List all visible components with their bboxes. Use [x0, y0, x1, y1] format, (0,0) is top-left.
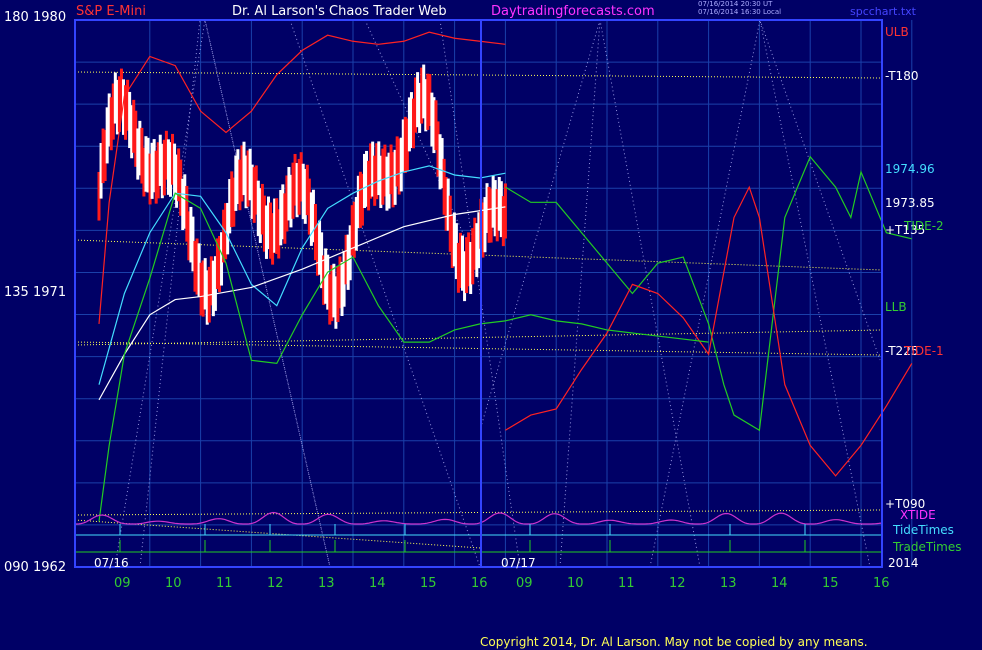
x-tick-label: 16 — [873, 576, 890, 591]
right-label-tradetimes: TradeTimes — [893, 540, 962, 554]
y-label-mid-angle: 135 — [4, 285, 29, 300]
x-tick-label: 10 — [567, 576, 584, 591]
y-label-mid-price: 1971 — [33, 285, 67, 300]
x-tick-label: 12 — [669, 576, 686, 591]
site-title: Daytradingforecasts.com — [491, 4, 655, 19]
right-label-tidetimes: TideTimes — [893, 523, 954, 537]
right-label-ulb: ULB — [885, 25, 909, 39]
x-tick-label: 13 — [318, 576, 335, 591]
right-label-avg: 1973.85 — [885, 196, 935, 210]
x-tick-label: 15 — [420, 576, 437, 591]
instrument-title: S&P E-Mini — [76, 4, 146, 19]
x-tick-label: 12 — [267, 576, 284, 591]
utc-stamp: 07/16/2014 20:30 UT — [698, 0, 773, 8]
x-tick-label: 13 — [720, 576, 737, 591]
right-label-tide2: TIDE-2 — [904, 219, 944, 233]
right-label-last-price: 1974.96 — [885, 162, 935, 176]
author-title: Dr. Al Larson's Chaos Trader Web — [232, 4, 447, 19]
x-tick-label: 14 — [369, 576, 386, 591]
y-label-bottom-price: 1962 — [33, 560, 67, 575]
copyright-footer: Copyright 2014, Dr. Al Larson. May not b… — [480, 635, 868, 649]
x-tick-label: 09 — [114, 576, 131, 591]
y-label-bottom-angle: 090 — [4, 560, 29, 575]
x-tick-label: 11 — [618, 576, 635, 591]
right-label-t180: -T180 — [885, 69, 919, 83]
right-label-tide1: TIDE-1 — [904, 344, 944, 358]
x-tick-label: 14 — [771, 576, 788, 591]
date-label-day2: 07/17 — [501, 556, 536, 570]
chart — [0, 0, 982, 650]
date-label-day1: 07/16 — [94, 556, 129, 570]
right-label-llb: LLB — [885, 300, 907, 314]
x-tick-label: 11 — [216, 576, 233, 591]
local-stamp: 07/16/2014 16:30 Local — [698, 8, 782, 16]
y-label-top-angle: 180 — [4, 10, 29, 25]
year-label: 2014 — [888, 556, 919, 570]
x-tick-label: 09 — [516, 576, 533, 591]
file-label: spcchart.txt — [850, 5, 916, 18]
x-tick-label: 15 — [822, 576, 839, 591]
x-tick-label: 10 — [165, 576, 182, 591]
y-label-top-price: 1980 — [33, 10, 67, 25]
x-tick-label: 16 — [471, 576, 488, 591]
right-label-xtide: XTIDE — [900, 508, 936, 522]
